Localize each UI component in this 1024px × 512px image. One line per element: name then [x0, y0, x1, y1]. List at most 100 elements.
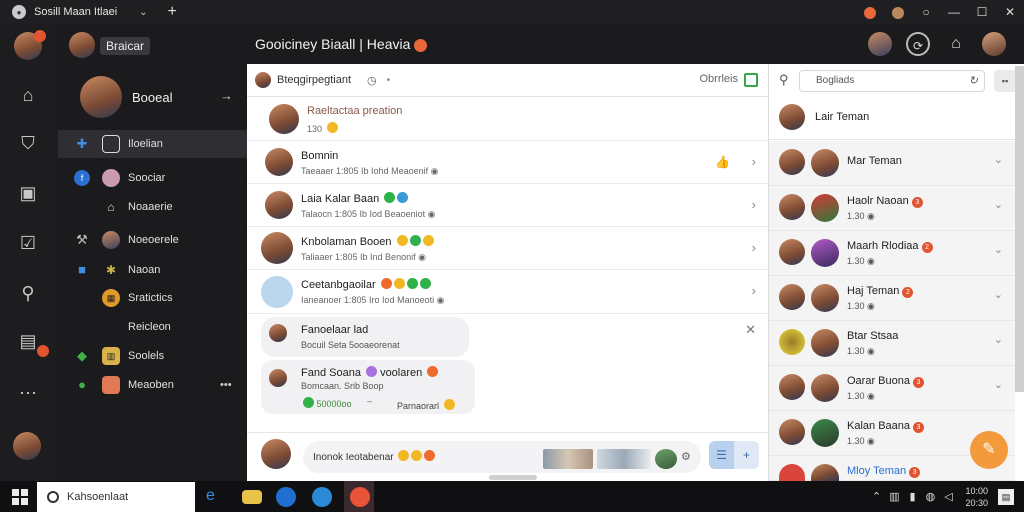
list-item[interactable]: Knbolaman Booen Taliaaer 1:805 Ib Ind Be… [247, 227, 768, 270]
search-icon[interactable]: ⚲ [779, 72, 789, 88]
contact-row[interactable]: Haj Teman 2 1.30 ◉ ⌄ [769, 276, 1015, 321]
home-icon[interactable]: ⌂ [944, 32, 968, 56]
sidebar-item-iloelian[interactable]: ✚ Iloelian [58, 130, 247, 158]
contacts-scrollbar[interactable] [1015, 66, 1024, 392]
new-tab-button[interactable]: + [168, 3, 177, 21]
store-icon[interactable]: ▣ [17, 182, 39, 204]
close-icon[interactable]: ✕ [745, 322, 756, 338]
list-icon[interactable]: ☰ [709, 441, 734, 469]
notification-center-icon[interactable]: ▤ [998, 488, 1014, 505]
chevron-up-icon[interactable]: ⌃ [867, 490, 885, 503]
sidebar-item-reicleon[interactable]: Reicleon [58, 313, 247, 341]
checklist-icon[interactable]: ☑ [17, 232, 39, 254]
contact-row[interactable]: Maarh Rlodiaa 2 1.30 ◉ ⌄ [769, 231, 1015, 276]
contact-row[interactable]: Mar Teman ⌄ [769, 141, 1015, 186]
clock-time: 10:00 [965, 485, 988, 496]
sidebar-item-soociar[interactable]: f Soociar [58, 164, 247, 192]
account-icon[interactable] [884, 5, 912, 19]
add-button[interactable]: + [734, 441, 759, 469]
chevron-right-icon[interactable]: › [752, 154, 756, 169]
grid-icon[interactable]: ▪▪ [994, 70, 1016, 92]
profile-card[interactable]: Booeal → [58, 70, 247, 126]
settings-icon[interactable]: ⚙ [681, 450, 691, 463]
sidebar-item-noaaerie[interactable]: ⌂ Noaaerie [58, 193, 247, 221]
contact-row[interactable]: Oarar Buona 3 1.30 ◉ ⌄ [769, 366, 1015, 411]
home-icon[interactable]: ⌂ [17, 84, 39, 106]
start-button[interactable] [12, 488, 28, 505]
image-thumbnail[interactable] [543, 449, 593, 469]
image-thumbnail[interactable] [655, 449, 677, 469]
contact-avatar [779, 464, 805, 481]
chevron-right-icon[interactable]: › [752, 197, 756, 212]
square-icon[interactable] [744, 73, 758, 87]
message-bubble[interactable]: Fanoelaar lad Bocuil Seta 5ooaeorenat [261, 317, 469, 357]
header-avatar[interactable] [868, 32, 892, 56]
battery-icon[interactable]: ▮ [903, 490, 921, 503]
folder-icon[interactable] [242, 490, 262, 504]
contact-row[interactable]: Haolr Naoan 3 1.30 ◉ ⌄ [769, 186, 1015, 231]
chevron-down-icon[interactable]: ⌄ [994, 243, 1003, 256]
clock-date: 20:30 [965, 497, 988, 508]
sidebar-header-label[interactable]: Braicar [100, 37, 151, 55]
message-input[interactable]: Inonok Ieotabenar ⚙ [303, 441, 701, 473]
clock[interactable]: 10:00 20:30 [965, 485, 988, 509]
taskbar-search[interactable]: Kahsoenlaat [37, 482, 195, 512]
profile-name: Booeal [132, 90, 173, 105]
sidebar-item-sratictics[interactable]: ▦ Sratictics [58, 284, 247, 312]
list-item[interactable]: Laia Kalar Baan Talaocn 1:805 Ib Iod Bea… [247, 184, 768, 227]
image-thumbnail[interactable] [597, 449, 651, 469]
sidebar-item-meaoben[interactable]: ● Meaoben ••• [58, 371, 247, 399]
sidebar-item-noeoerele[interactable]: ⚒ Noeoerele [58, 226, 247, 254]
chevron-down-icon[interactable]: ⌄ [994, 333, 1003, 346]
contact-avatar [811, 329, 839, 357]
minimize-button[interactable]: — [940, 5, 968, 19]
browser-icon[interactable] [276, 487, 296, 507]
message-placeholder: Inonok Ieotabenar [313, 450, 436, 463]
status-icon: ● [78, 377, 86, 392]
profile-avatar[interactable] [982, 32, 1006, 56]
wifi-icon[interactable]: ◍ [921, 490, 939, 503]
edge-icon[interactable]: e [206, 487, 226, 507]
horizontal-scrollbar[interactable] [489, 475, 537, 480]
contact-row[interactable]: Btar Stsaa 1.30 ◉ ⌄ [769, 321, 1015, 366]
settings-icon[interactable]: ⟳ [906, 32, 930, 56]
compose-fab-button[interactable]: ✎ [970, 431, 1008, 469]
header-avatar[interactable] [69, 32, 95, 58]
more-options-button[interactable]: ••• [220, 379, 232, 391]
arrow-right-icon[interactable]: → [220, 88, 233, 103]
chevron-right-icon[interactable]: › [752, 240, 756, 255]
chevron-down-icon[interactable]: ⌄ [994, 198, 1003, 211]
chevron-down-icon[interactable]: ⌄ [139, 7, 147, 18]
app-icon[interactable] [312, 487, 332, 507]
volume-icon[interactable]: ◁ [939, 490, 957, 503]
like-icon[interactable]: 👍 [715, 155, 730, 169]
notification-icon[interactable] [856, 5, 884, 19]
sidebar-item-label: Soolels [128, 350, 165, 362]
clock-icon[interactable]: ◷ [367, 74, 377, 87]
refresh-icon[interactable]: ↻ [969, 74, 978, 87]
list-item[interactable]: Ceetanbgaoilar Ianeanoer 1:805 Iro Iod M… [247, 270, 768, 314]
shield-icon[interactable]: ⛉ [17, 132, 39, 154]
contact-row[interactable]: Lair Teman [769, 96, 1015, 140]
circle-icon[interactable]: ○ [912, 5, 940, 19]
more-icon[interactable]: ⋯ [17, 382, 39, 404]
chevron-down-icon[interactable]: ⌄ [994, 153, 1003, 166]
search-input[interactable]: Bogliads ↻ [799, 70, 985, 92]
close-button[interactable]: ✕ [996, 5, 1024, 19]
list-item[interactable]: Raeltactaa preation 130 [247, 98, 768, 141]
sidebar-item-naoan[interactable]: ■ ✱ Naoan [58, 256, 247, 284]
obrrleis-link[interactable]: Obrrleis [699, 73, 738, 85]
chevron-right-icon[interactable]: › [752, 283, 756, 298]
chevron-down-icon[interactable]: ⌄ [994, 378, 1003, 391]
sidebar-item-soolels[interactable]: ◆ ▥ Soolels [58, 342, 247, 370]
list-item[interactable]: Bomnin Taeaaer 1:805 Ib Iohd Meaoenif ◉ … [247, 141, 768, 184]
connect-icon[interactable]: ⚲ [17, 282, 39, 304]
contact-avatar [269, 104, 299, 134]
maximize-button[interactable]: ☐ [968, 5, 996, 19]
chevron-down-icon[interactable]: ⌄ [994, 288, 1003, 301]
document-icon[interactable]: ▤ [17, 330, 39, 352]
app-avatar-icon: ● [12, 5, 26, 19]
network-icon[interactable]: ▥ [885, 490, 903, 503]
chrome-icon[interactable] [350, 487, 370, 507]
bottom-avatar[interactable] [13, 432, 41, 460]
